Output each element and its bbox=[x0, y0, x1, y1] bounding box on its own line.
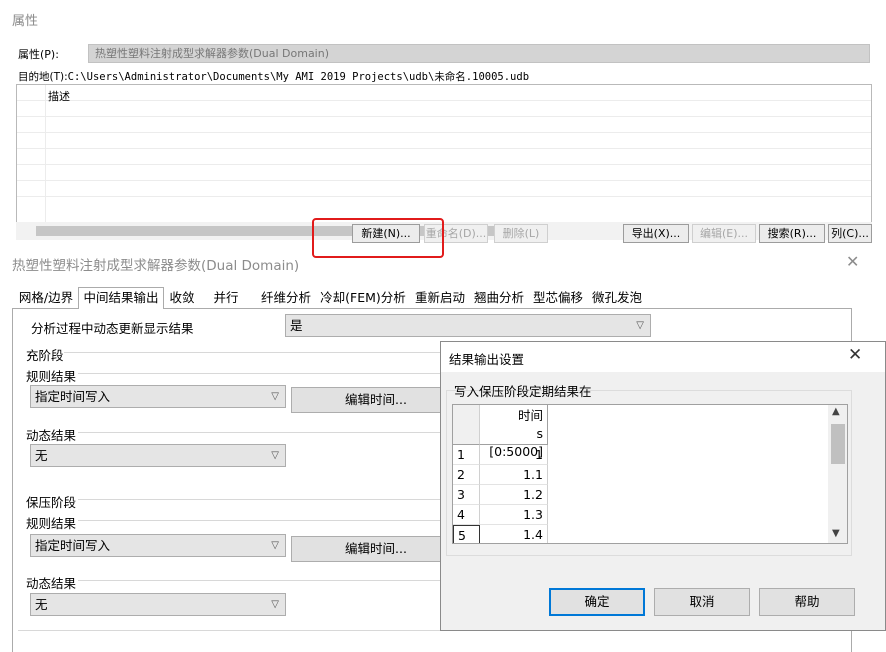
tab-core-shift[interactable]: 型芯偏移 bbox=[529, 288, 587, 309]
dialog-title: 结果输出设置 bbox=[449, 352, 525, 367]
dynamic-update-value: 是 bbox=[290, 318, 303, 333]
time-column-header: 时间 s [0:5000] bbox=[480, 405, 548, 459]
edit-button[interactable]: 编辑(E)... bbox=[692, 224, 756, 243]
fill-dynamic-select[interactable]: 无 ▽ bbox=[30, 444, 286, 467]
pack-write-mode-select[interactable]: 指定时间写入 ▽ bbox=[30, 534, 286, 557]
table-scroll-thumb[interactable] bbox=[831, 424, 845, 464]
export-button[interactable]: 导出(X)... bbox=[623, 224, 689, 243]
time-value-cell[interactable]: 1.3 bbox=[480, 505, 548, 525]
pack-edit-time-button[interactable]: 编辑时间... bbox=[291, 536, 461, 562]
tab-warpage[interactable]: 翘曲分析 bbox=[470, 288, 528, 309]
fill-write-mode-value: 指定时间写入 bbox=[35, 389, 111, 404]
fill-dynamic-divider bbox=[78, 432, 444, 433]
chevron-down-icon: ▽ bbox=[271, 450, 279, 461]
pack-dynamic-results-label: 动态结果 bbox=[26, 576, 77, 591]
tab-fiber-analysis[interactable]: 纤维分析 bbox=[256, 288, 316, 309]
tab-restart[interactable]: 重新启动 bbox=[411, 288, 469, 309]
pack-section-title: 保压阶段 bbox=[26, 495, 77, 510]
time-value-cell[interactable]: 1.1 bbox=[480, 465, 548, 485]
row-index: 2 bbox=[453, 465, 480, 485]
pack-regular-results-label: 规则结果 bbox=[26, 516, 77, 531]
dynamic-update-select[interactable]: 是 ▽ bbox=[285, 314, 651, 337]
list-column-description: 描述 bbox=[48, 90, 70, 103]
scroll-down-icon[interactable]: ▼ bbox=[832, 528, 840, 539]
property-list[interactable] bbox=[16, 84, 872, 224]
time-table[interactable]: 时间 s [0:5000] 1 1 2 1.1 3 1.2 4 1.3 5 1.… bbox=[452, 404, 848, 544]
time-header-title: 时间 bbox=[517, 408, 543, 423]
row-index: 4 bbox=[453, 505, 480, 525]
tab-parallel[interactable]: 并行 bbox=[204, 288, 248, 309]
fill-write-mode-select[interactable]: 指定时间写入 ▽ bbox=[30, 385, 286, 408]
row-index: 1 bbox=[453, 445, 480, 465]
fill-regular-divider bbox=[78, 373, 444, 374]
time-value-cell[interactable]: 1 bbox=[480, 445, 548, 465]
row-index: 3 bbox=[453, 485, 480, 505]
solver-window-title: 热塑性塑料注射成型求解器参数(Dual Domain) bbox=[12, 258, 300, 274]
fill-regular-results-label: 规则结果 bbox=[26, 369, 77, 384]
chevron-down-icon: ▽ bbox=[271, 540, 279, 551]
tab-intermediate-output[interactable]: 中间结果输出 bbox=[78, 287, 164, 309]
bottom-divider bbox=[18, 630, 444, 631]
tab-cooling-fem[interactable]: 冷却(FEM)分析 bbox=[316, 288, 410, 309]
dialog-close-icon[interactable]: ✕ bbox=[848, 345, 862, 365]
property-field[interactable]: 热塑性塑料注射成型求解器参数(Dual Domain) bbox=[88, 44, 870, 63]
time-value-cell[interactable]: 1.4 bbox=[480, 525, 548, 543]
ok-button[interactable]: 确定 bbox=[549, 588, 645, 616]
properties-window-title: 属性 bbox=[12, 14, 39, 29]
fill-section-title: 充阶段 bbox=[26, 348, 64, 363]
fill-edit-time-button[interactable]: 编辑时间... bbox=[291, 387, 461, 413]
chevron-down-icon: ▽ bbox=[271, 599, 279, 610]
pack-regular-divider bbox=[78, 520, 444, 521]
columns-button[interactable]: 列(C)... bbox=[828, 224, 872, 243]
chevron-down-icon: ▽ bbox=[636, 320, 644, 331]
pack-dynamic-select[interactable]: 无 ▽ bbox=[30, 593, 286, 616]
pack-write-mode-value: 指定时间写入 bbox=[35, 538, 111, 553]
group-title: 写入保压阶段定期结果在 bbox=[454, 384, 592, 399]
destination-label: 目的地(T): bbox=[18, 71, 68, 83]
help-button[interactable]: 帮助 bbox=[759, 588, 855, 616]
tab-mesh-boundary[interactable]: 网格/边界 bbox=[14, 288, 78, 309]
cancel-button[interactable]: 取消 bbox=[654, 588, 750, 616]
pack-dynamic-divider bbox=[78, 580, 444, 581]
delete-button[interactable]: 删除(L) bbox=[494, 224, 548, 243]
scroll-up-icon[interactable]: ▲ bbox=[832, 406, 840, 417]
pack-section-divider bbox=[78, 499, 444, 500]
dynamic-update-label: 分析过程中动态更新显示结果 bbox=[31, 321, 194, 336]
fill-section-divider bbox=[64, 352, 444, 353]
table-corner bbox=[453, 405, 480, 445]
chevron-down-icon: ▽ bbox=[271, 391, 279, 402]
solver-close-icon[interactable]: ✕ bbox=[846, 252, 859, 271]
tab-convergence[interactable]: 收敛 bbox=[164, 288, 200, 309]
search-button[interactable]: 搜索(R)... bbox=[759, 224, 825, 243]
row-index-selected: 5 bbox=[453, 525, 480, 543]
destination-line: 目的地(T):C:\Users\Administrator\Documents\… bbox=[18, 69, 529, 84]
destination-path: C:\Users\Administrator\Documents\My AMI … bbox=[67, 71, 530, 83]
tab-microcellular[interactable]: 微孔发泡 bbox=[588, 288, 646, 309]
fill-dynamic-results-label: 动态结果 bbox=[26, 428, 77, 443]
new-button-highlight-box bbox=[312, 218, 444, 258]
pack-dynamic-value: 无 bbox=[35, 597, 48, 612]
fill-dynamic-value: 无 bbox=[35, 448, 48, 463]
time-value-cell[interactable]: 1.2 bbox=[480, 485, 548, 505]
property-label: 属性(P): bbox=[18, 48, 59, 61]
